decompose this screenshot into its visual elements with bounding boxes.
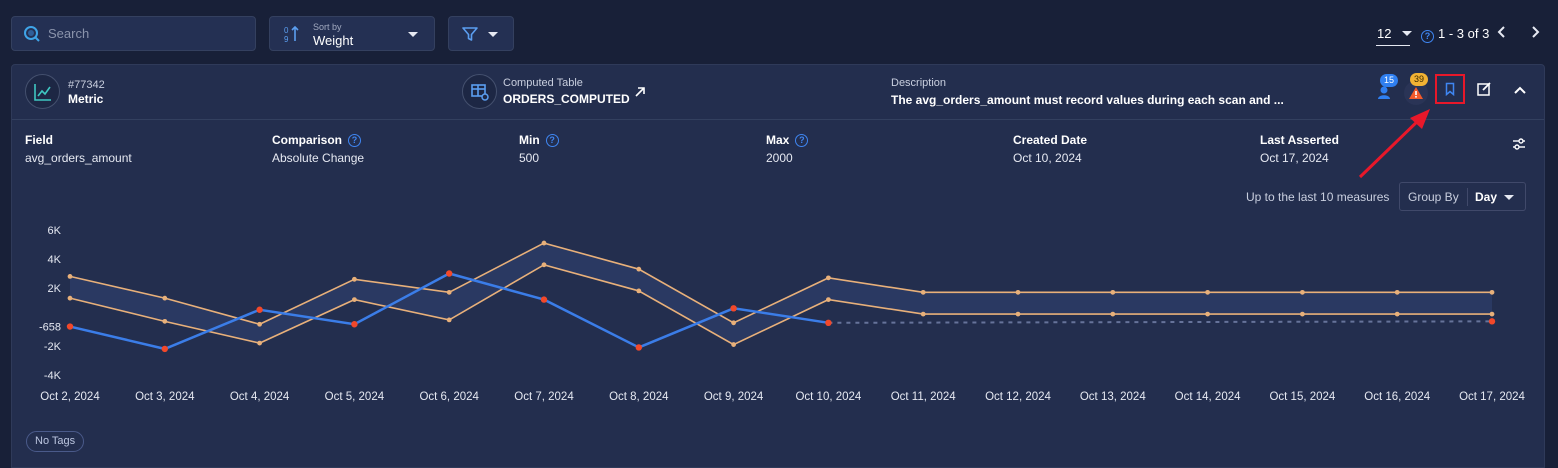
x-tick-label: Oct 4, 2024 (230, 391, 290, 403)
x-tick-label: Oct 15, 2024 (1269, 391, 1335, 403)
upper-bound-point (352, 276, 357, 282)
x-tick-label: Oct 14, 2024 (1175, 391, 1241, 403)
upper-bound-point (1015, 289, 1021, 295)
upper-bound-point (731, 320, 736, 326)
x-tick-label: Oct 16, 2024 (1364, 391, 1430, 403)
no-tags-badge[interactable]: No Tags (26, 431, 85, 452)
prev-page-icon[interactable] (1495, 24, 1509, 45)
page-range: 1 - 3 of 3 (1438, 26, 1490, 41)
lower-bound-point (352, 297, 357, 302)
x-tick-label: Oct 8, 2024 (609, 391, 669, 403)
annotation-arrow-icon (1358, 109, 1430, 179)
upper-bound-point (162, 295, 168, 301)
lower-bound-point (1205, 311, 1210, 317)
anomaly-point (540, 296, 548, 303)
x-tick-label: Oct 10, 2024 (795, 391, 861, 403)
sort-value: Weight (313, 33, 354, 48)
y-tick-label: -2K (44, 341, 62, 353)
upper-bound-point (1300, 289, 1305, 295)
filter-icon (462, 26, 478, 47)
x-tick-label: Oct 6, 2024 (419, 391, 479, 403)
x-tick-label: Oct 3, 2024 (135, 391, 195, 403)
anomaly-point (1488, 318, 1496, 325)
x-tick-label: Oct 11, 2024 (891, 391, 957, 403)
search-box[interactable] (11, 16, 256, 51)
upper-bound-point (920, 289, 926, 295)
anomaly-point (446, 270, 453, 277)
svg-text:0: 0 (284, 26, 289, 35)
lower-bound-point (920, 311, 926, 317)
lower-bound-point (1300, 311, 1305, 317)
sort-icon: 09 (284, 25, 300, 48)
anomaly-point (66, 323, 74, 330)
threshold-band (70, 243, 1492, 345)
lower-bound-point (636, 288, 642, 294)
check-card: #77342 Metric Computed Table ORDERS_COMP… (11, 64, 1545, 468)
y-tick-label: 4K (48, 254, 62, 266)
y-tick-label: 6K (48, 225, 62, 237)
anomaly-point (351, 321, 358, 328)
upper-bound-point (257, 321, 262, 327)
chevron-down-icon (408, 32, 418, 37)
search-icon (22, 24, 42, 44)
anomaly-point (256, 306, 263, 313)
upper-bound-point (541, 240, 547, 246)
page-size-select[interactable]: 12 (1377, 26, 1391, 41)
y-tick-label: -4K (44, 370, 62, 382)
filter-button[interactable] (448, 16, 514, 51)
projected-line (828, 320, 1493, 324)
next-page-icon[interactable] (1528, 24, 1542, 45)
sort-label: Sort by (313, 22, 342, 32)
upper-bound-point (1205, 289, 1210, 295)
x-tick-label: Oct 17, 2024 (1459, 391, 1525, 403)
upper-bound-point (636, 266, 642, 272)
upper-bound-point (1110, 289, 1116, 295)
upper-bound-point (1489, 289, 1495, 295)
lower-bound-point (541, 262, 547, 268)
chevron-down-icon (488, 32, 498, 37)
y-tick-label: -658 (39, 322, 61, 334)
x-tick-label: Oct 13, 2024 (1080, 391, 1146, 403)
anomaly-point (161, 345, 168, 353)
svg-text:9: 9 (284, 35, 289, 43)
help-icon[interactable]: ? (1421, 26, 1434, 44)
page-size-underline (1376, 45, 1410, 46)
lower-bound-point (1394, 311, 1400, 317)
lower-bound-point (67, 295, 73, 301)
lower-bound-point (826, 297, 831, 302)
x-tick-label: Oct 2, 2024 (40, 391, 100, 403)
x-tick-label: Oct 7, 2024 (514, 391, 574, 403)
lower-bound-point (1015, 311, 1021, 317)
lower-bound-point (1110, 311, 1116, 317)
lower-bound-point (1489, 311, 1495, 317)
metric-chart: 6K 4K 2K -658 -2K -4K Oct 2, 2024 Oct 3, 2024 Oc… (39, 225, 1526, 403)
lower-bound-point (162, 318, 168, 324)
anomaly-point (825, 319, 832, 326)
x-tick-label: Oct 12, 2024 (985, 391, 1051, 403)
x-tick-label: Oct 9, 2024 (704, 391, 764, 403)
y-tick-label: 2K (48, 283, 62, 295)
lower-bound-point (731, 342, 736, 347)
anomaly-point (635, 344, 642, 351)
lower-bound-point (257, 340, 262, 346)
upper-bound-point (826, 275, 831, 281)
anomaly-point (730, 305, 737, 312)
sort-by-dropdown[interactable]: 09 Sort by Weight (269, 16, 435, 51)
chevron-down-icon[interactable] (1402, 31, 1412, 36)
toolbar: 09 Sort by Weight 12 ? 1 - 3 of 3 (0, 0, 1558, 64)
upper-bound-point (1394, 289, 1400, 295)
pagination: 12 ? 1 - 3 of 3 (1358, 16, 1558, 51)
upper-bound-point (67, 274, 73, 279)
upper-bound-point (446, 289, 452, 295)
lower-bound-point (446, 317, 452, 323)
search-input[interactable] (48, 26, 248, 41)
x-tick-label: Oct 5, 2024 (325, 391, 385, 403)
